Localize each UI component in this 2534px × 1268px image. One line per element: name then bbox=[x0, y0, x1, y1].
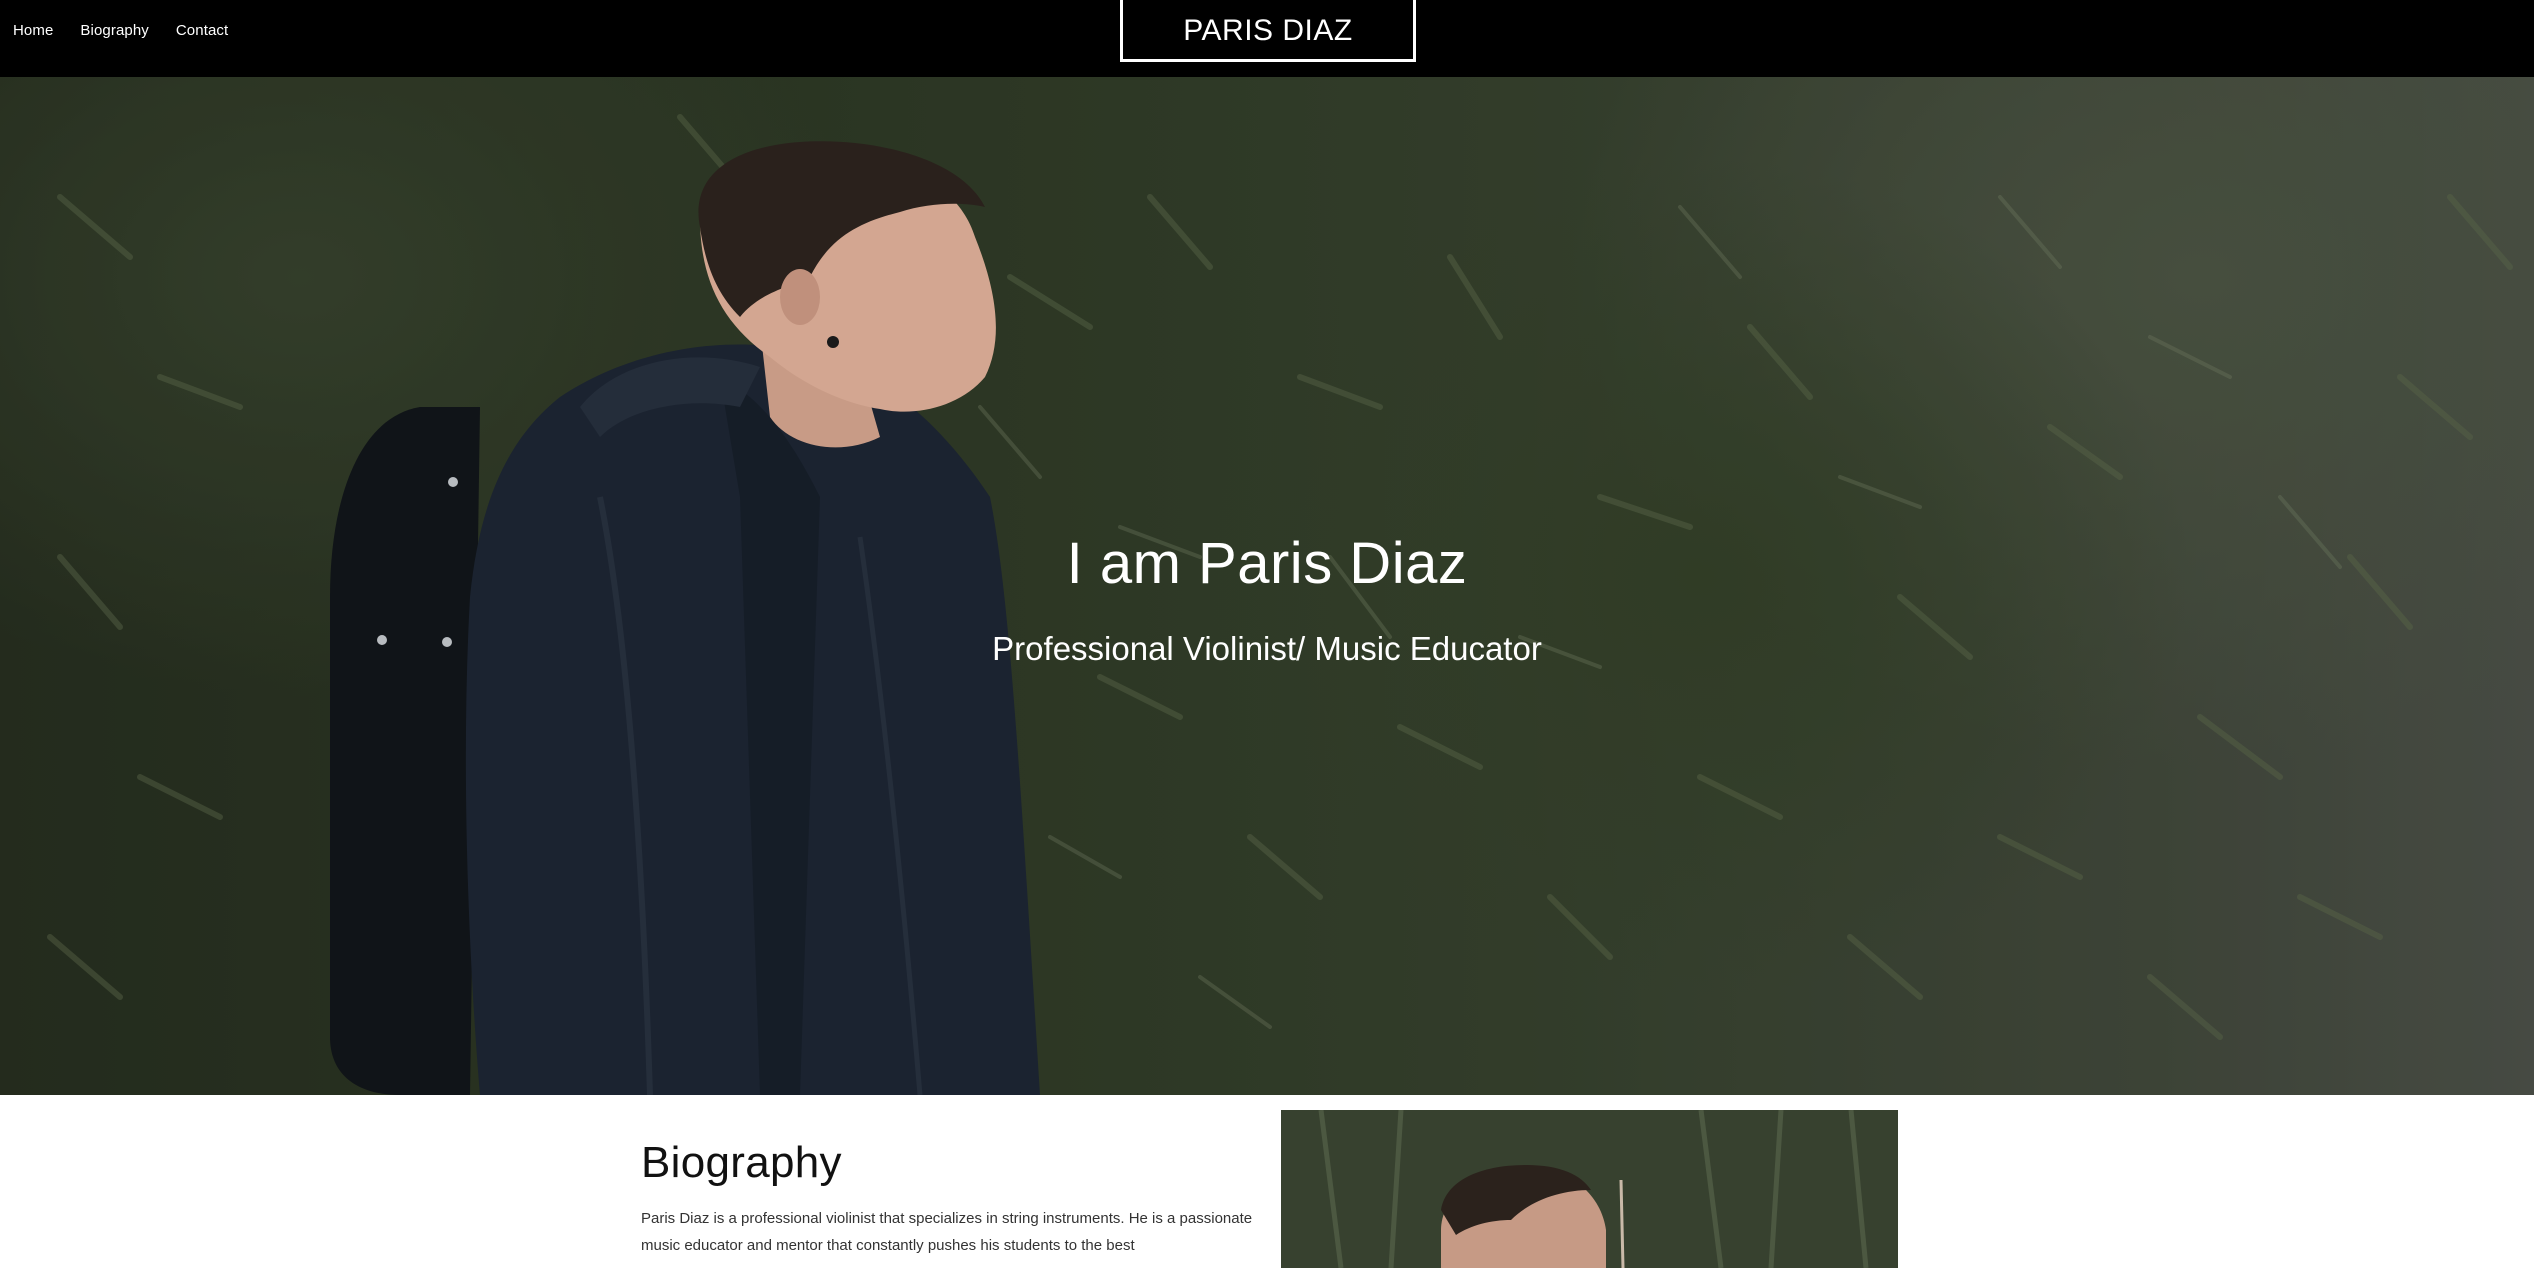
top-navigation-bar: Home Biography Contact PARIS DIAZ bbox=[0, 0, 2534, 77]
site-logo-text: PARIS DIAZ bbox=[1183, 14, 1353, 47]
biography-section: Biography Paris Diaz is a professional v… bbox=[0, 1095, 2534, 1268]
hero-subtitle: Professional Violinist/ Music Educator bbox=[992, 630, 1542, 667]
biography-photo bbox=[1281, 1110, 1898, 1268]
biography-heading: Biography bbox=[641, 1138, 842, 1187]
page: Home Biography Contact PARIS DIAZ I am P… bbox=[0, 0, 2534, 1268]
hero-section: I am Paris Diaz Professional Violinist/ … bbox=[0, 77, 2534, 1095]
nav-link-contact[interactable]: Contact bbox=[176, 22, 228, 39]
main-nav: Home Biography Contact bbox=[13, 0, 255, 60]
hero-title: I am Paris Diaz bbox=[1066, 531, 1468, 596]
biography-photo-image bbox=[1281, 1110, 1898, 1268]
site-logo-box[interactable]: PARIS DIAZ bbox=[1120, 0, 1416, 62]
nav-link-home[interactable]: Home bbox=[13, 22, 53, 39]
biography-text: Paris Diaz is a professional violinist t… bbox=[641, 1210, 1253, 1254]
nav-link-biography[interactable]: Biography bbox=[80, 22, 148, 39]
